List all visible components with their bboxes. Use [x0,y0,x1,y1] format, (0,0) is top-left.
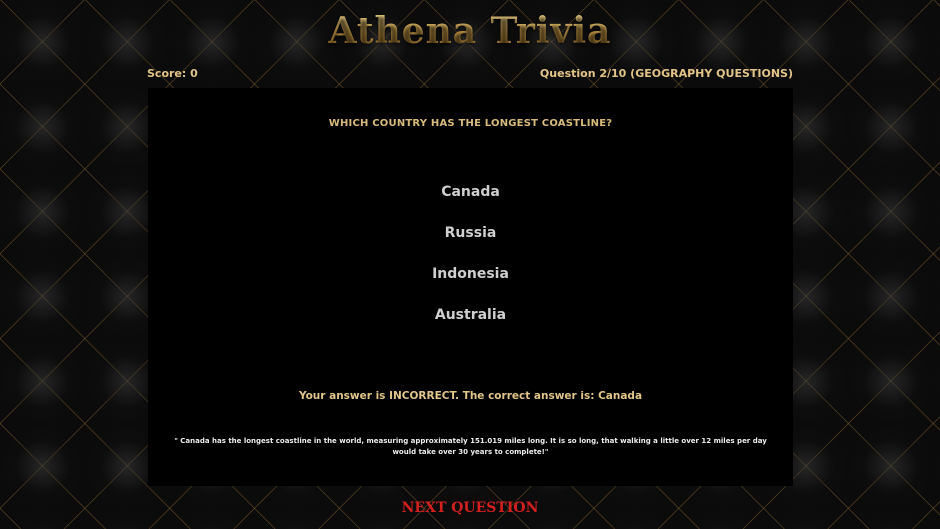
score-label: Score: 0 [147,67,198,80]
next-question-button[interactable]: NEXT QUESTION [0,500,940,516]
question-text: WHICH COUNTRY HAS THE LONGEST COASTLINE? [328,118,613,129]
answer-result: Your answer is INCORRECT. The correct an… [298,390,643,402]
answer-option-canada[interactable]: Canada [371,181,571,222]
question-panel: WHICH COUNTRY HAS THE LONGEST COASTLINE?… [148,88,793,486]
game-title: Athena Trivia [0,10,940,52]
question-progress: Question 2/10 (GEOGRAPHY QUESTIONS) [539,67,793,80]
answer-option-russia[interactable]: Russia [371,222,571,263]
answer-option-indonesia[interactable]: Indonesia [371,263,571,304]
fun-fact: " Canada has the longest coastline in th… [174,437,767,456]
answer-list: Canada Russia Indonesia Australia [148,181,793,345]
answer-option-australia[interactable]: Australia [371,304,571,345]
